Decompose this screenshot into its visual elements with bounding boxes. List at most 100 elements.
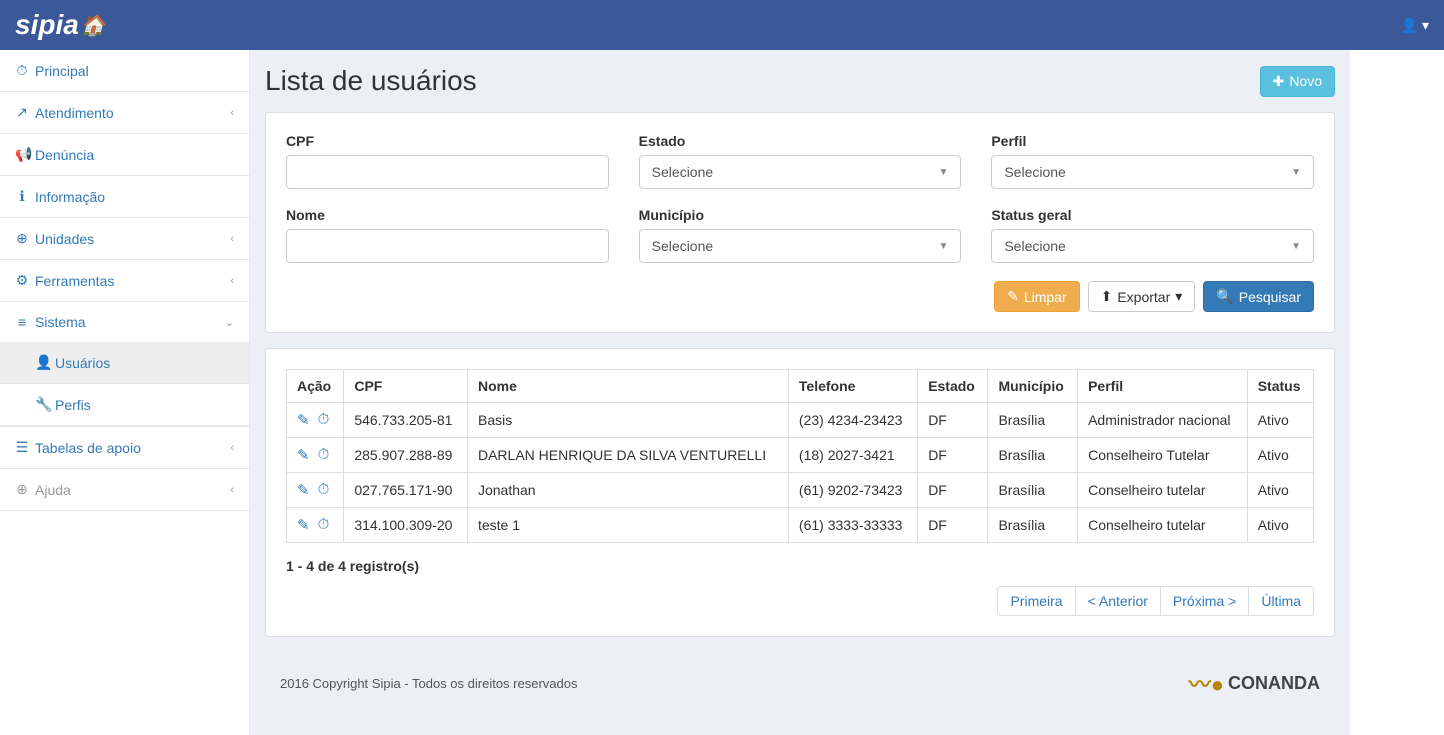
municipio-label: Município [639, 207, 962, 223]
cell-status: Ativo [1247, 508, 1313, 543]
cell-status: Ativo [1247, 473, 1313, 508]
sidebar-item-principal[interactable]: ⏱Principal [0, 50, 249, 91]
history-icon[interactable]: ⏱ [318, 516, 330, 534]
user-icon: 👤 [1401, 17, 1418, 33]
sidebar-item-sistema[interactable]: ≡Sistema⌄ [0, 302, 249, 342]
edit-icon[interactable]: ✎ [297, 446, 310, 464]
page-prev[interactable]: < Anterior [1075, 586, 1161, 616]
status-geral-label: Status geral [991, 207, 1314, 223]
sidebar-item-informacao[interactable]: ℹInformação [0, 176, 249, 217]
cell-municipio: Brasília [988, 438, 1078, 473]
cell-telefone: (61) 3333-33333 [788, 508, 917, 543]
new-button[interactable]: ✚Novo [1260, 66, 1335, 97]
cpf-label: CPF [286, 133, 609, 149]
estado-select[interactable]: Selecione▼ [639, 155, 962, 189]
cell-perfil: Administrador nacional [1078, 403, 1248, 438]
swoosh-icon: 〰● [1189, 667, 1224, 699]
cell-cpf: 027.765.171-90 [344, 473, 468, 508]
caret-down-icon: ▼ [938, 241, 948, 252]
cell-cpf: 546.733.205-81 [344, 403, 468, 438]
sidebar-label: Unidades [35, 231, 94, 247]
table-row: ✎ ⏱ 314.100.309-20 teste 1 (61) 3333-3333… [287, 508, 1314, 543]
th-acao: Ação [287, 370, 344, 403]
caret-down-icon: ▾ [1422, 17, 1429, 33]
perfil-select[interactable]: Selecione ▼ [991, 155, 1314, 189]
search-icon: 🔍 [1216, 288, 1233, 305]
cell-telefone: (61) 9202-73423 [788, 473, 917, 508]
caret-down-icon: ▼ [1291, 241, 1301, 252]
cell-status: Ativo [1247, 403, 1313, 438]
cell-status: Ativo [1247, 438, 1313, 473]
cpf-input[interactable] [286, 155, 609, 189]
sidebar-label: Ferramentas [35, 273, 114, 289]
sidebar-item-ferramentas[interactable]: ⚙Ferramentas‹ [0, 260, 249, 301]
limpar-button[interactable]: ✎Limpar [994, 281, 1080, 312]
select-placeholder: Selecione [1004, 238, 1066, 254]
navbar: sipia 🏠 👤 ▾ [0, 0, 1444, 50]
cell-perfil: Conselheiro Tutelar [1078, 438, 1248, 473]
page-next[interactable]: Próxima > [1160, 586, 1249, 616]
results-panel: Ação CPF Nome Telefone Estado Município … [265, 348, 1335, 637]
exportar-button[interactable]: ⬆Exportar ▾ [1088, 281, 1196, 312]
cell-municipio: Brasília [988, 473, 1078, 508]
bullhorn-icon: 📢 [15, 146, 29, 163]
sidebar-subitem-usuarios[interactable]: 👤Usuários [0, 342, 249, 383]
user-menu[interactable]: 👤 ▾ [1401, 17, 1429, 34]
cell-perfil: Conselheiro tutelar [1078, 473, 1248, 508]
th-municipio: Município [988, 370, 1078, 403]
sidebar-item-atendimento[interactable]: ↗Atendimento‹ [0, 92, 249, 133]
cell-cpf: 314.100.309-20 [344, 508, 468, 543]
nome-label: Nome [286, 207, 609, 223]
edit-icon[interactable]: ✎ [297, 481, 310, 499]
nome-input[interactable] [286, 229, 609, 263]
sidebar-label: Informação [35, 189, 105, 205]
history-icon[interactable]: ⏱ [318, 411, 330, 429]
new-button-label: Novo [1289, 73, 1322, 89]
brand-logo[interactable]: sipia 🏠 [15, 9, 106, 41]
pesquisar-button[interactable]: 🔍 Pesquisar [1203, 281, 1314, 312]
table-row: ✎⏱ 285.907.288-89 DARLAN HENRIQUE DA SIL… [287, 438, 1314, 473]
sliders-icon: ≡ [15, 314, 29, 330]
chevron-left-icon: ‹ [230, 442, 234, 454]
page-last[interactable]: Última [1248, 586, 1314, 616]
caret-down-icon: ▼ [1291, 167, 1301, 178]
history-icon[interactable]: ⏱ [318, 446, 330, 464]
cell-municipio: Brasília [988, 403, 1078, 438]
status-geral-select[interactable]: Selecione ▼ [991, 229, 1314, 263]
th-cpf: CPF [344, 370, 468, 403]
copyright: 2016 Copyright Sipia - Todos os direitos… [280, 676, 577, 691]
wrench-icon: 🔧 [35, 396, 49, 413]
help-icon: ⊕ [15, 481, 29, 498]
cell-perfil: Conselheiro tutelar [1078, 508, 1248, 543]
page-first[interactable]: Primeira [997, 586, 1075, 616]
chevron-left-icon: ‹ [230, 275, 234, 287]
municipio-select[interactable]: Selecione▼ [639, 229, 962, 263]
cell-estado: DF [918, 403, 988, 438]
eraser-icon: ✎ [1007, 288, 1019, 305]
footer-logo: 〰●CONANDA [1189, 667, 1320, 699]
sidebar-item-tabelas[interactable]: ☰Tabelas de apoio‹ [0, 427, 249, 468]
circle-plus-icon: ⊕ [15, 230, 29, 247]
pagination: Primeira < Anterior Próxima > Última [286, 586, 1314, 616]
cell-estado: DF [918, 508, 988, 543]
history-icon[interactable]: ⏱ [318, 481, 330, 499]
estado-label: Estado [639, 133, 962, 149]
records-info: 1 - 4 de 4 registro(s) [286, 558, 1314, 574]
user-icon: 👤 [35, 354, 49, 371]
edit-icon[interactable]: ✎ [297, 411, 310, 429]
plus-icon: ✚ [1273, 73, 1285, 90]
sidebar-subitem-perfis[interactable]: 🔧 Perfis [0, 384, 249, 425]
select-placeholder: Selecione [1004, 164, 1066, 180]
cell-nome: Jonathan [467, 473, 788, 508]
chevron-left-icon: ‹ [230, 484, 234, 496]
sidebar-item-unidades[interactable]: ⊕Unidades‹ [0, 218, 249, 259]
cell-nome: teste 1 [467, 508, 788, 543]
sidebar-item-ajuda[interactable]: ⊕Ajuda‹ [0, 469, 249, 510]
select-placeholder: Selecione [652, 164, 714, 180]
sidebar-label: Perfis [55, 397, 91, 413]
cell-cpf: 285.907.288-89 [344, 438, 468, 473]
cell-municipio: Brasília [988, 508, 1078, 543]
button-label: Pesquisar [1239, 289, 1301, 305]
edit-icon[interactable]: ✎ [297, 516, 310, 534]
sidebar-item-denuncia[interactable]: 📢Denúncia [0, 134, 249, 175]
